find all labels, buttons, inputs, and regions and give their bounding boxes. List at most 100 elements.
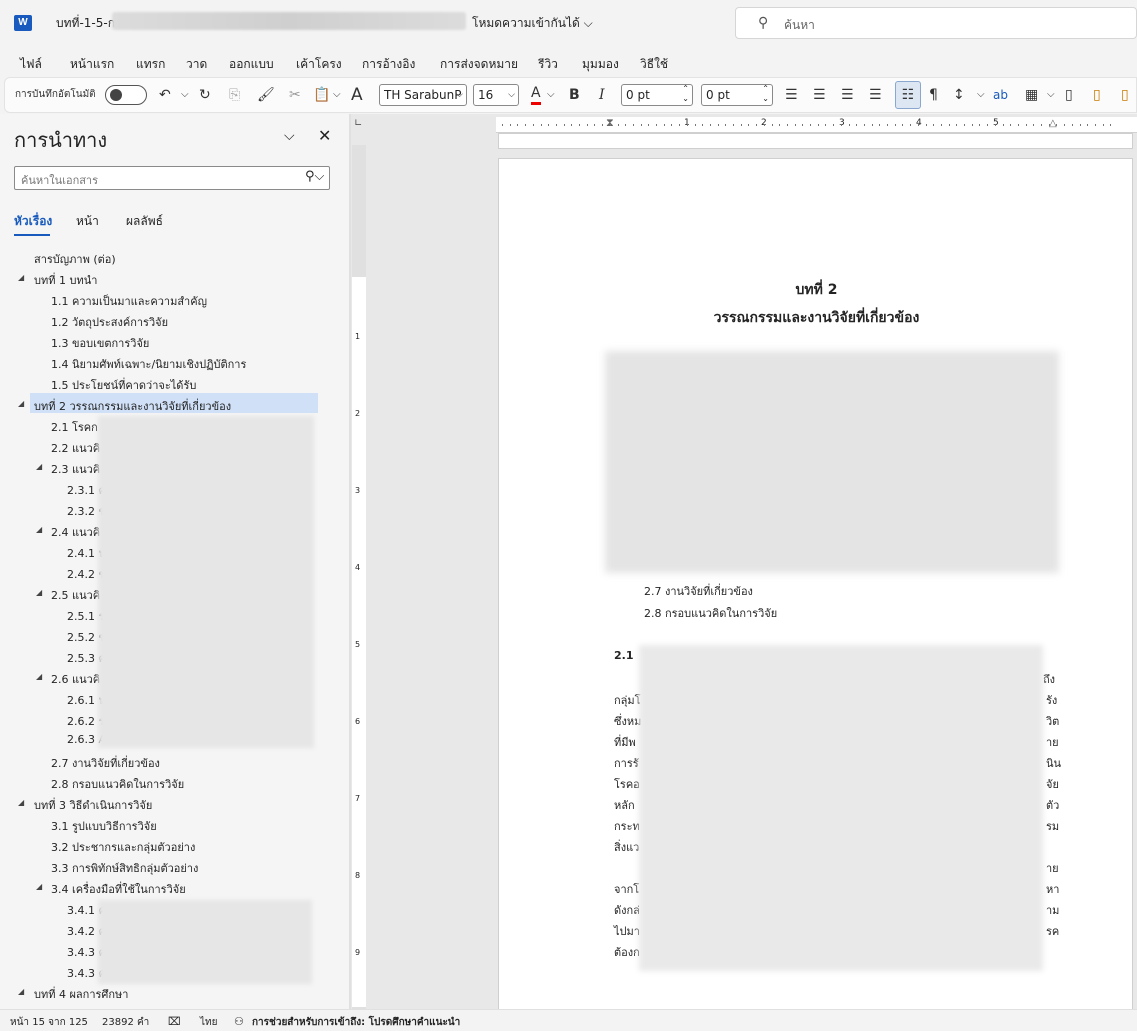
- horizontal-ruler[interactable]: 1 2 3 4 5 ⧗ △: [496, 116, 1137, 133]
- heading-item[interactable]: บทที่ 4 ผลการศึกษา: [34, 985, 128, 1003]
- heading-item[interactable]: 1.5 ประโยชน์ที่คาดว่าจะได้รับ: [51, 376, 196, 394]
- heading-item[interactable]: 3.1 รูปแบบวิธีการวิจัย: [51, 817, 157, 835]
- word-count[interactable]: 23892 คำ: [102, 1015, 149, 1030]
- menu-file[interactable]: ไฟล์: [20, 55, 42, 74]
- menu-review[interactable]: รีวิว: [538, 55, 558, 74]
- menu-home[interactable]: หน้าแรก: [70, 55, 114, 74]
- heading-item[interactable]: สารบัญภาพ (ต่อ): [34, 250, 116, 268]
- font-name-box[interactable]: TH SarabunP ⌵: [379, 84, 467, 106]
- paste-dropdown-icon[interactable]: ⌵: [333, 84, 341, 106]
- collapse-triangle-icon[interactable]: ◢: [36, 525, 42, 534]
- replace-icon[interactable]: ab: [993, 84, 1008, 106]
- menu-draw[interactable]: วาด: [186, 55, 207, 74]
- undo-icon[interactable]: ↶: [159, 84, 171, 106]
- collapse-triangle-icon[interactable]: ◢: [18, 399, 24, 408]
- borders-icon[interactable]: ▦: [1025, 84, 1038, 106]
- collapse-triangle-icon[interactable]: ◢: [18, 798, 24, 807]
- heading-item[interactable]: บทที่ 3 วิธีดำเนินการวิจัย: [34, 796, 152, 814]
- spacing-after-box[interactable]: 0 pt ⌃ ⌄: [701, 84, 773, 106]
- heading-item[interactable]: 1.4 นิยามศัพท์เฉพาะ/นิยามเชิงปฏิบัติการ: [51, 355, 246, 373]
- ruler-tick: [987, 124, 989, 126]
- copy-icon[interactable]: ⎘: [229, 84, 240, 106]
- menu-view[interactable]: มุมมอง: [582, 55, 619, 74]
- menu-layout[interactable]: เค้าโครง: [296, 55, 342, 74]
- ruler-tick: [887, 124, 888, 126]
- page-count[interactable]: หน้า 15 จาก 125: [10, 1015, 88, 1030]
- paste-icon[interactable]: 📋: [313, 84, 330, 106]
- indent-marker-icon[interactable]: ⧗: [606, 116, 614, 130]
- heading-item[interactable]: 2.5 แนวคิ: [51, 586, 100, 604]
- text-fragment: าย: [1046, 736, 1059, 749]
- borders-dropdown-icon[interactable]: ⌵: [1047, 84, 1055, 106]
- heading-item[interactable]: 2.4 แนวคิ: [51, 523, 100, 541]
- tab-stop-selector-icon[interactable]: ∟: [354, 118, 362, 129]
- proofing-icon[interactable]: ⌧: [168, 1015, 181, 1028]
- heading-item[interactable]: 1.1 ความเป็นมาและความสำคัญ: [51, 292, 207, 310]
- accessibility-status[interactable]: การช่วยสำหรับการเข้าถึง: โปรดศึกษาคำแนะน…: [252, 1015, 460, 1030]
- ruler-tick: [1056, 124, 1058, 126]
- language[interactable]: ไทย: [200, 1015, 217, 1030]
- collapse-triangle-icon[interactable]: ◢: [18, 273, 24, 282]
- heading-item[interactable]: บทที่ 1 บทนำ: [34, 271, 97, 289]
- heading-item[interactable]: 2.7 งานวิจัยที่เกี่ยวข้อง: [51, 754, 160, 772]
- tab-pages[interactable]: หน้า: [76, 212, 99, 231]
- nav-search-input[interactable]: ค้นหาในเอกสาร ⚲⌵: [14, 166, 330, 190]
- font-size-box[interactable]: 16 ⌵: [473, 84, 519, 106]
- menu-insert[interactable]: แทรก: [136, 55, 165, 74]
- chevron-down-icon[interactable]: ⌵: [284, 128, 295, 144]
- menu-mailings[interactable]: การส่งจดหมาย: [440, 55, 518, 74]
- italic-icon[interactable]: I: [599, 84, 605, 106]
- collapse-triangle-icon[interactable]: ◢: [36, 588, 42, 597]
- document-title[interactable]: บทที่-1-5-ก: [56, 14, 115, 33]
- heading-item[interactable]: 2.8 กรอบแนวคิดในการวิจัย: [51, 775, 184, 793]
- collapse-triangle-icon[interactable]: ◢: [18, 987, 24, 996]
- justify-icon[interactable]: ☰: [869, 84, 882, 106]
- heading-item[interactable]: 2.2 แนวคิ: [51, 439, 100, 457]
- align-center-icon[interactable]: ☰: [813, 84, 826, 106]
- bold-icon[interactable]: B: [569, 84, 580, 106]
- search-box[interactable]: ⚲ ค้นหา: [735, 7, 1137, 39]
- autosave-toggle[interactable]: [105, 85, 147, 105]
- tab-results[interactable]: ผลลัพธ์: [126, 212, 163, 231]
- line-spacing-dropdown-icon[interactable]: ⌵: [977, 84, 985, 106]
- collapse-triangle-icon[interactable]: ◢: [36, 672, 42, 681]
- close-icon[interactable]: ✕: [318, 126, 331, 145]
- cut-icon[interactable]: ✂: [289, 84, 301, 106]
- paragraph-marks-icon[interactable]: ¶: [929, 84, 938, 106]
- header-icon[interactable]: ▯: [1093, 84, 1101, 106]
- thai-distributed-icon[interactable]: ☷: [895, 81, 921, 109]
- align-left-icon[interactable]: ☰: [785, 84, 798, 106]
- menu-references[interactable]: การอ้างอิง: [362, 55, 415, 74]
- heading-item-selected[interactable]: บทที่ 2 วรรณกรรมและงานวิจัยที่เกี่ยวข้อง: [34, 397, 231, 415]
- heading-item[interactable]: 2.3 แนวคิ: [51, 460, 100, 478]
- page-icon[interactable]: ▯: [1065, 84, 1073, 106]
- heading-item[interactable]: 3.4 เครื่องมือที่ใช้ในการวิจัย: [51, 880, 186, 898]
- collapse-triangle-icon[interactable]: ◢: [36, 462, 42, 471]
- heading-item[interactable]: 3.2 ประชากรและกลุ่มตัวอย่าง: [51, 838, 195, 856]
- heading-item[interactable]: 2.6 แนวคิ: [51, 670, 100, 688]
- ruler-tick: [725, 124, 727, 126]
- heading-item[interactable]: 1.3 ขอบเขตการวิจัย: [51, 334, 149, 352]
- font-color-dropdown-icon[interactable]: ⌵: [547, 84, 555, 106]
- align-right-icon[interactable]: ☰: [841, 84, 854, 106]
- document-page[interactable]: บทที่ 2 วรรณกรรมและงานวิจัยที่เกี่ยวข้อง…: [498, 158, 1133, 1018]
- menu-design[interactable]: ออกแบบ: [229, 55, 274, 74]
- tab-headings[interactable]: หัวเรื่อง: [14, 212, 52, 231]
- format-painter-icon[interactable]: 🖌: [257, 84, 275, 106]
- heading-item[interactable]: 2.1 โรคก: [51, 418, 98, 436]
- styles-icon[interactable]: A: [351, 84, 363, 106]
- vertical-ruler[interactable]: 1 2 3 4 5 6 7 8 9: [352, 145, 366, 1009]
- line-spacing-icon[interactable]: ↕: [953, 84, 965, 106]
- font-size-dropdown-icon: ⌵: [508, 90, 515, 100]
- spacing-before-box[interactable]: 0 pt ⌃ ⌄: [621, 84, 693, 106]
- collapse-triangle-icon[interactable]: ◢: [36, 882, 42, 891]
- heading-item[interactable]: 3.3 การพิทักษ์สิทธิกลุ่มตัวอย่าง: [51, 859, 198, 877]
- heading-item[interactable]: 1.2 วัตถุประสงค์การวิจัย: [51, 313, 168, 331]
- search-icon[interactable]: ⚲⌵: [305, 169, 324, 184]
- font-color-icon[interactable]: A: [531, 84, 541, 105]
- footer-icon[interactable]: ▯: [1121, 84, 1129, 106]
- menu-help[interactable]: วิธีใช้: [640, 55, 668, 74]
- undo-dropdown-icon[interactable]: ⌵: [181, 84, 189, 106]
- compatibility-mode-label[interactable]: โหมดความเข้ากันได้ ⌵: [472, 14, 593, 33]
- redo-icon[interactable]: ↻: [199, 84, 211, 106]
